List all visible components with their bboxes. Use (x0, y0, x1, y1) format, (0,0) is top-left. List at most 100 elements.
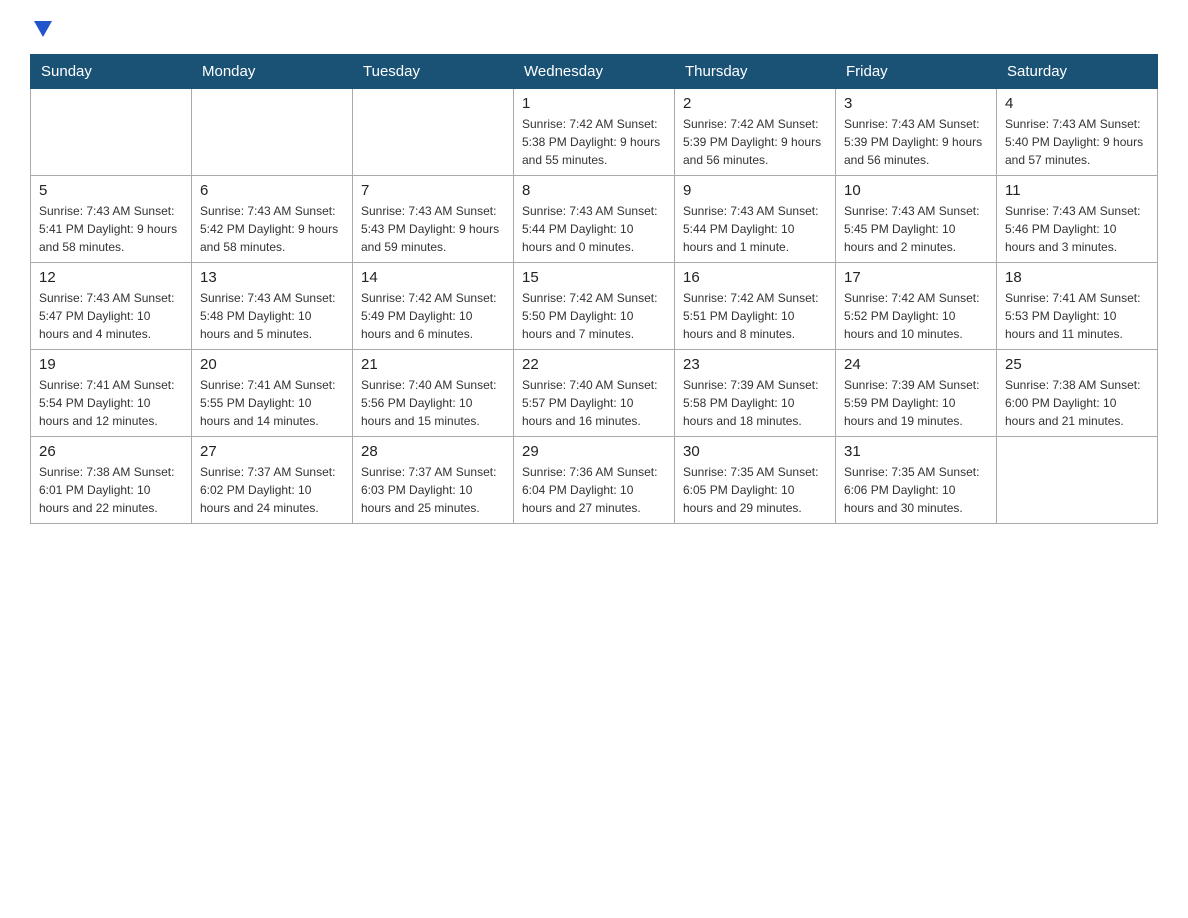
calendar-cell: 22 Sunrise: 7:40 AM Sunset: 5:57 PM Dayli… (514, 350, 675, 437)
day-number: 23 (683, 356, 827, 373)
day-number: 28 (361, 443, 505, 460)
day-of-week-header: Sunday (31, 55, 192, 89)
day-of-week-header: Saturday (997, 55, 1158, 89)
calendar-cell: 21Sunrise: 7:40 AM Sunset: 5:56 PM Dayli… (353, 350, 514, 437)
day-number: 19 (39, 356, 183, 373)
day-info: Sunrise: 7:43 AM Sunset: 5:44 PM Dayligh… (522, 202, 666, 256)
day-number: 27 (200, 443, 344, 460)
calendar-cell: 27Sunrise: 7:37 AM Sunset: 6:02 PM Dayli… (192, 437, 353, 524)
day-info: Sunrise: 7:41 AM Sunset: 5:53 PM Dayligh… (1005, 289, 1149, 343)
day-number: 9 (683, 182, 827, 199)
day-number: 26 (39, 443, 183, 460)
day-number: 18 (1005, 269, 1149, 286)
day-info: Sunrise: 7:39 AM Sunset: 5:59 PM Dayligh… (844, 376, 988, 430)
day-number: 17 (844, 269, 988, 286)
calendar-cell: 5Sunrise: 7:43 AM Sunset: 5:41 PM Daylig… (31, 176, 192, 263)
day-number: 30 (683, 443, 827, 460)
day-number: 29 (522, 443, 666, 460)
calendar-cell: 20 Sunrise: 7:41 AM Sunset: 5:55 PM Dayli… (192, 350, 353, 437)
calendar-cell: 29 Sunrise: 7:36 AM Sunset: 6:04 PM Dayli… (514, 437, 675, 524)
day-number: 25 (1005, 356, 1149, 373)
day-info: Sunrise: 7:38 AM Sunset: 6:00 PM Dayligh… (1005, 376, 1149, 430)
calendar-week-row: 5Sunrise: 7:43 AM Sunset: 5:41 PM Daylig… (31, 176, 1158, 263)
calendar-cell: 10 Sunrise: 7:43 AM Sunset: 5:45 PM Dayli… (836, 176, 997, 263)
calendar-cell: 16 Sunrise: 7:42 AM Sunset: 5:51 PM Dayli… (675, 263, 836, 350)
calendar-cell (192, 89, 353, 176)
day-info: Sunrise: 7:42 AM Sunset: 5:51 PM Dayligh… (683, 289, 827, 343)
day-info: Sunrise: 7:42 AM Sunset: 5:38 PM Dayligh… (522, 115, 666, 169)
calendar-cell: 13 Sunrise: 7:43 AM Sunset: 5:48 PM Dayli… (192, 263, 353, 350)
calendar-cell: 2 Sunrise: 7:42 AM Sunset: 5:39 PM Daylig… (675, 89, 836, 176)
day-number: 4 (1005, 95, 1149, 112)
calendar-cell: 8 Sunrise: 7:43 AM Sunset: 5:44 PM Daylig… (514, 176, 675, 263)
day-number: 3 (844, 95, 988, 112)
day-number: 15 (522, 269, 666, 286)
day-info: Sunrise: 7:43 AM Sunset: 5:44 PM Dayligh… (683, 202, 827, 256)
day-of-week-header: Tuesday (353, 55, 514, 89)
calendar-week-row: 19 Sunrise: 7:41 AM Sunset: 5:54 PM Dayli… (31, 350, 1158, 437)
day-number: 5 (39, 182, 183, 199)
day-number: 24 (844, 356, 988, 373)
calendar-cell: 23 Sunrise: 7:39 AM Sunset: 5:58 PM Dayli… (675, 350, 836, 437)
day-info: Sunrise: 7:43 AM Sunset: 5:43 PM Dayligh… (361, 202, 505, 256)
day-number: 8 (522, 182, 666, 199)
day-info: Sunrise: 7:43 AM Sunset: 5:42 PM Dayligh… (200, 202, 344, 256)
calendar-week-row: 26 Sunrise: 7:38 AM Sunset: 6:01 PM Dayli… (31, 437, 1158, 524)
calendar-cell: 4 Sunrise: 7:43 AM Sunset: 5:40 PM Daylig… (997, 89, 1158, 176)
day-info: Sunrise: 7:41 AM Sunset: 5:54 PM Dayligh… (39, 376, 183, 430)
day-of-week-header: Thursday (675, 55, 836, 89)
day-number: 21 (361, 356, 505, 373)
day-number: 10 (844, 182, 988, 199)
calendar-cell: 28 Sunrise: 7:37 AM Sunset: 6:03 PM Dayli… (353, 437, 514, 524)
day-of-week-header: Wednesday (514, 55, 675, 89)
day-info: Sunrise: 7:41 AM Sunset: 5:55 PM Dayligh… (200, 376, 344, 430)
calendar-cell: 14 Sunrise: 7:42 AM Sunset: 5:49 PM Dayli… (353, 263, 514, 350)
calendar-cell (31, 89, 192, 176)
day-info: Sunrise: 7:42 AM Sunset: 5:39 PM Dayligh… (683, 115, 827, 169)
calendar-cell: 15Sunrise: 7:42 AM Sunset: 5:50 PM Dayli… (514, 263, 675, 350)
day-info: Sunrise: 7:43 AM Sunset: 5:46 PM Dayligh… (1005, 202, 1149, 256)
calendar-cell (997, 437, 1158, 524)
calendar-cell: 18 Sunrise: 7:41 AM Sunset: 5:53 PM Dayli… (997, 263, 1158, 350)
calendar-cell: 26 Sunrise: 7:38 AM Sunset: 6:01 PM Dayli… (31, 437, 192, 524)
day-number: 12 (39, 269, 183, 286)
calendar-cell: 30 Sunrise: 7:35 AM Sunset: 6:05 PM Dayli… (675, 437, 836, 524)
day-info: Sunrise: 7:43 AM Sunset: 5:48 PM Dayligh… (200, 289, 344, 343)
day-info: Sunrise: 7:40 AM Sunset: 5:57 PM Dayligh… (522, 376, 666, 430)
day-info: Sunrise: 7:39 AM Sunset: 5:58 PM Dayligh… (683, 376, 827, 430)
day-info: Sunrise: 7:43 AM Sunset: 5:40 PM Dayligh… (1005, 115, 1149, 169)
calendar-cell: 25 Sunrise: 7:38 AM Sunset: 6:00 PM Dayli… (997, 350, 1158, 437)
day-info: Sunrise: 7:42 AM Sunset: 5:49 PM Dayligh… (361, 289, 505, 343)
day-of-week-header: Monday (192, 55, 353, 89)
day-info: Sunrise: 7:42 AM Sunset: 5:52 PM Dayligh… (844, 289, 988, 343)
day-info: Sunrise: 7:43 AM Sunset: 5:39 PM Dayligh… (844, 115, 988, 169)
calendar-cell: 11 Sunrise: 7:43 AM Sunset: 5:46 PM Dayli… (997, 176, 1158, 263)
day-number: 14 (361, 269, 505, 286)
day-number: 22 (522, 356, 666, 373)
calendar-cell: 6Sunrise: 7:43 AM Sunset: 5:42 PM Daylig… (192, 176, 353, 263)
day-number: 20 (200, 356, 344, 373)
day-info: Sunrise: 7:43 AM Sunset: 5:47 PM Dayligh… (39, 289, 183, 343)
day-info: Sunrise: 7:38 AM Sunset: 6:01 PM Dayligh… (39, 463, 183, 517)
day-info: Sunrise: 7:35 AM Sunset: 6:05 PM Dayligh… (683, 463, 827, 517)
calendar-cell: 12 Sunrise: 7:43 AM Sunset: 5:47 PM Dayli… (31, 263, 192, 350)
day-number: 16 (683, 269, 827, 286)
calendar-cell: 3 Sunrise: 7:43 AM Sunset: 5:39 PM Daylig… (836, 89, 997, 176)
day-info: Sunrise: 7:35 AM Sunset: 6:06 PM Dayligh… (844, 463, 988, 517)
calendar-cell: 17 Sunrise: 7:42 AM Sunset: 5:52 PM Dayli… (836, 263, 997, 350)
calendar-cell: 7Sunrise: 7:43 AM Sunset: 5:43 PM Daylig… (353, 176, 514, 263)
calendar-cell: 19 Sunrise: 7:41 AM Sunset: 5:54 PM Dayli… (31, 350, 192, 437)
day-info: Sunrise: 7:43 AM Sunset: 5:45 PM Dayligh… (844, 202, 988, 256)
logo-triangle-icon (34, 21, 52, 37)
day-number: 1 (522, 95, 666, 112)
day-number: 2 (683, 95, 827, 112)
day-info: Sunrise: 7:36 AM Sunset: 6:04 PM Dayligh… (522, 463, 666, 517)
page-header (30, 20, 1158, 44)
day-info: Sunrise: 7:37 AM Sunset: 6:03 PM Dayligh… (361, 463, 505, 517)
calendar-week-row: 12 Sunrise: 7:43 AM Sunset: 5:47 PM Dayli… (31, 263, 1158, 350)
day-number: 11 (1005, 182, 1149, 199)
day-number: 13 (200, 269, 344, 286)
day-number: 31 (844, 443, 988, 460)
calendar-cell: 24 Sunrise: 7:39 AM Sunset: 5:59 PM Dayli… (836, 350, 997, 437)
calendar-cell: 9 Sunrise: 7:43 AM Sunset: 5:44 PM Daylig… (675, 176, 836, 263)
